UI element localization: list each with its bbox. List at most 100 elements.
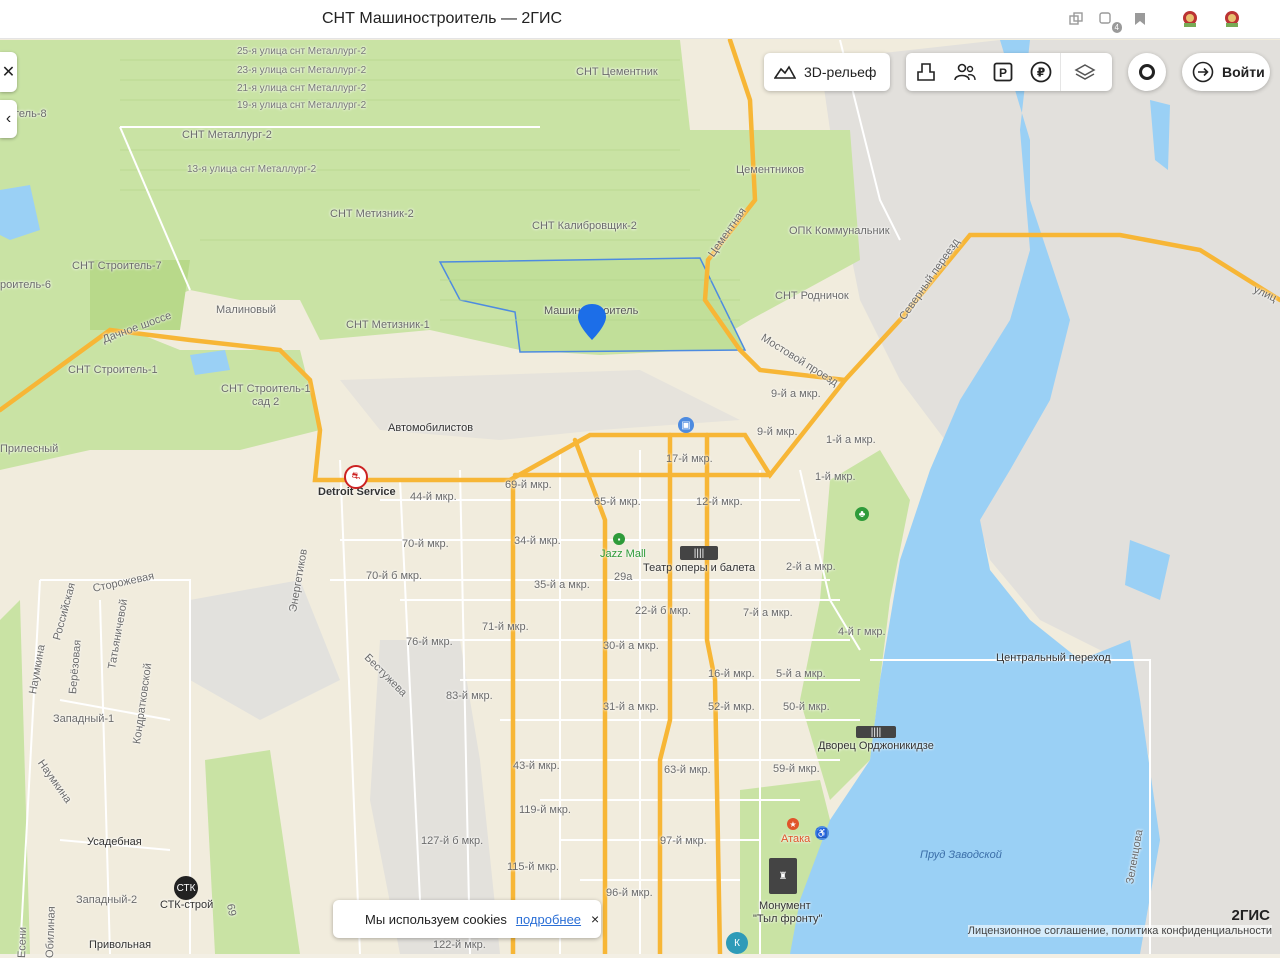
label-mkr30a: 30-й а мкр.: [603, 640, 659, 652]
label-obliyanie: Обилиная: [44, 906, 58, 958]
park-icon[interactable]: ♣: [855, 507, 869, 521]
palace-icon[interactable]: ||||: [856, 726, 896, 738]
ruble-icon: ₽: [1030, 61, 1052, 83]
label-mkr35a: 35-й а мкр.: [534, 579, 590, 591]
copy-icon[interactable]: [1066, 9, 1086, 29]
label-opk: ОПК Коммунальник: [789, 225, 890, 237]
relief-toggle[interactable]: 3D-рельеф: [764, 53, 890, 91]
label-stk[interactable]: СТК-строй: [160, 899, 213, 911]
label-mkr1a: 1-й а мкр.: [826, 434, 876, 446]
svg-text:P: P: [999, 66, 1007, 80]
bookmark-icon[interactable]: [1130, 9, 1150, 29]
label-mkr5a: 5-й а мкр.: [776, 668, 826, 680]
label-avtomob: Автомобилистов: [388, 422, 474, 434]
label-mkr4g: 4-й г мкр.: [838, 626, 886, 638]
label-metiznik1: СНТ Метизник-1: [346, 319, 430, 331]
label-central: Центральный переход: [996, 652, 1111, 664]
accessibility-icon[interactable]: ♿: [815, 826, 829, 840]
label-mkr97: 97-й мкр.: [660, 835, 707, 847]
label-mkr7a: 7-й а мкр.: [743, 607, 793, 619]
label-mkr59: 59-й мкр.: [773, 763, 820, 775]
label-mkr12: 12-й мкр.: [696, 496, 743, 508]
label-mkr44: 44-й мкр.: [410, 491, 457, 503]
label-mkr17: 17-й мкр.: [666, 453, 713, 465]
label-mkr22b: 22-й б мкр.: [635, 605, 692, 617]
monument-icon[interactable]: ♜: [769, 858, 797, 894]
label-23: 23-я улица снт Металлург-2: [237, 65, 367, 76]
label-mkr52: 52-й мкр.: [708, 701, 755, 713]
people-button[interactable]: [946, 53, 984, 91]
map-canvas[interactable]: 25-я улица снт Металлург-2 23-я улица сн…: [0, 38, 1280, 958]
assistant-icon: [1139, 64, 1155, 80]
label-mkr1: 1-й мкр.: [815, 471, 856, 483]
label-mkr122: 122-й мкр.: [433, 939, 486, 951]
label-mkr16: 16-й мкр.: [708, 668, 755, 680]
selected-location-marker[interactable]: [576, 302, 608, 342]
layers-button[interactable]: [1060, 53, 1109, 91]
label-mkr65: 65-й мкр.: [594, 496, 641, 508]
label-mkr83: 83-й мкр.: [446, 690, 493, 702]
prices-button[interactable]: ₽: [1022, 53, 1060, 91]
label-cement: СНТ Цементник: [576, 66, 658, 78]
label-stroitel1-sad: СНТ Строитель-1: [221, 383, 311, 395]
cookie-close-button[interactable]: ×: [591, 911, 599, 927]
label-usadebnaya: Усадебная: [87, 836, 142, 848]
extension-icon-2[interactable]: [1222, 9, 1242, 29]
label-prilesniy: Прилесный: [0, 443, 59, 455]
label-mkr71: 71-й мкр.: [482, 621, 529, 633]
expand-panel-button[interactable]: ‹: [0, 100, 17, 138]
label-25: 25-я улица снт Металлург-2: [237, 46, 367, 57]
label-mkr43: 43-й мкр.: [513, 760, 560, 772]
label-mkr127b: 127-й б мкр.: [421, 835, 484, 847]
label-mkr70b: 70-й б мкр.: [366, 570, 423, 582]
login-label: Войти: [1222, 64, 1265, 80]
shopping-icon[interactable]: ▪: [613, 533, 625, 545]
label-21: 21-я улица снт Металлург-2: [237, 83, 367, 94]
layers-icon: [1074, 64, 1096, 80]
bus-stop-icon[interactable]: ▣: [678, 417, 694, 433]
label-mkr2a: 2-й а мкр.: [786, 561, 836, 573]
cookie-more-link[interactable]: подробнее: [516, 912, 581, 927]
label-19: 19-я улица снт Металлург-2: [237, 100, 367, 111]
label-ataka: Атака: [781, 833, 811, 845]
label-metallurg2: СНТ Металлург-2: [182, 129, 272, 141]
label-malinoviy: Малиновый: [216, 304, 277, 316]
theater-icon[interactable]: ||||: [680, 546, 718, 560]
label-jazz: Jazz Mall: [600, 548, 646, 560]
relief-icon: [774, 65, 796, 79]
label-mkr9a: 9-й а мкр.: [771, 388, 821, 400]
label-stroitel6: роитель-6: [0, 279, 51, 291]
label-kalibr2: СНТ Калибровщик-2: [532, 220, 637, 232]
extension-icon-1[interactable]: [1180, 9, 1200, 29]
label-zapadniy1: Западный-1: [53, 713, 115, 725]
label-stroitel1: СНТ Строитель-1: [68, 364, 158, 376]
label-stroitel7: СНТ Строитель-7: [72, 260, 162, 272]
label-prud: Пруд Заводской: [920, 849, 1002, 861]
cinema-icon[interactable]: К: [726, 932, 748, 954]
label-privolnaya: Привольная: [89, 939, 152, 951]
relief-label: 3D-рельеф: [804, 64, 877, 80]
label-29a: 29а: [614, 571, 633, 583]
close-panel-button[interactable]: ✕: [0, 52, 17, 92]
page-title: СНТ Машиностроитель — 2ГИС: [322, 10, 562, 27]
label-eseni: Есени: [16, 926, 30, 958]
car-service-icon[interactable]: ⛐: [344, 465, 368, 489]
people-icon: [954, 63, 976, 81]
label-mkr50: 50-й мкр.: [783, 701, 830, 713]
relief-button[interactable]: 3D-рельеф: [764, 53, 886, 91]
assistant-button[interactable]: [1128, 53, 1166, 91]
legal-links[interactable]: Лицензионное соглашение, политика конфид…: [967, 925, 1272, 937]
login-button[interactable]: Войти: [1182, 53, 1270, 91]
label-metiznik2: СНТ Метизник-2: [330, 208, 414, 220]
tabs-icon[interactable]: 4: [1096, 9, 1122, 33]
label-zapadniy2: Западный-2: [76, 894, 138, 906]
map-layers-toolbar: P ₽: [906, 53, 1112, 91]
2gis-logo: 2ГИС: [1231, 907, 1270, 924]
landmarks-button[interactable]: [906, 53, 946, 91]
label-mkr115: 115-й мкр.: [507, 861, 559, 873]
parking-button[interactable]: P: [984, 53, 1022, 91]
label-mkr31a: 31-й а мкр.: [603, 701, 659, 713]
attraction-icon[interactable]: ★: [787, 818, 799, 830]
stk-logo-icon[interactable]: СТК: [174, 876, 198, 900]
cookie-banner: Мы используем cookies подробнее ×: [333, 900, 601, 938]
